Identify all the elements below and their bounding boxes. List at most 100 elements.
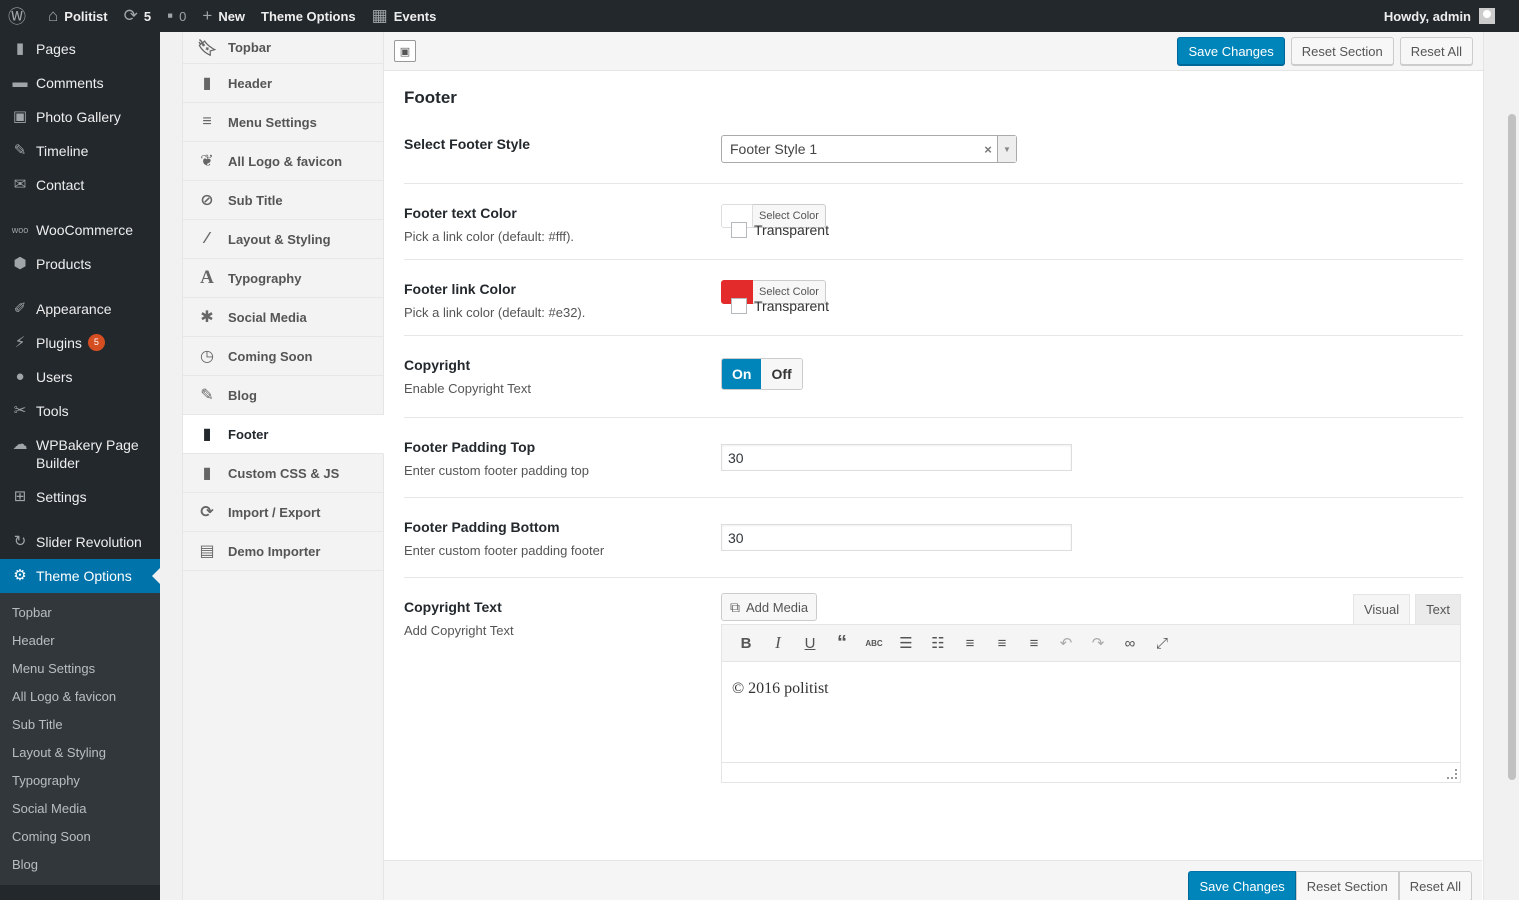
page-scrollbar[interactable] [1505, 32, 1519, 900]
chevron-down-icon[interactable]: ▼ [997, 136, 1016, 162]
nav-item-menu-settings[interactable]: ≡ Menu Settings [183, 103, 383, 142]
bookmark-icon: 🔖︎ [197, 39, 218, 57]
fullscreen-icon[interactable]: ⤢ [1146, 629, 1178, 657]
theme-options-link[interactable]: Theme Options [253, 0, 364, 32]
option-padding-top: Footer Padding Top Enter custom footer p… [404, 418, 1463, 498]
align-center-icon[interactable]: ≡ [986, 629, 1018, 657]
copyright-switch[interactable]: On Off [721, 358, 803, 390]
my-account-link[interactable]: Howdy, admin [1384, 8, 1519, 24]
nav-item-layout-styling[interactable]: ⁄ Layout & Styling [183, 220, 383, 259]
reset-all-button-bottom[interactable]: Reset All [1398, 871, 1472, 900]
padding-bottom-desc: Enter custom footer padding footer [404, 543, 605, 558]
add-media-button[interactable]: ⧉ Add Media [721, 593, 818, 621]
options-content: Footer Select Footer Style Footer Style … [384, 71, 1483, 797]
submenu-item-layout-styling[interactable]: Layout & Styling [0, 739, 160, 767]
menu-item-products[interactable]: ⬢ Products [0, 247, 160, 281]
submenu-item-sub-title[interactable]: Sub Title [0, 711, 160, 739]
nav-item-blog[interactable]: ✎ Blog [183, 376, 383, 415]
bookmark-icon: ▮ [202, 426, 212, 443]
menu-item-comments[interactable]: ▬ Comments [0, 66, 160, 100]
padding-top-input[interactable]: 30 [721, 444, 1072, 471]
site-name-link[interactable]: ⌂ Politist [40, 0, 116, 32]
save-changes-button-bottom[interactable]: Save Changes [1188, 871, 1296, 900]
menu-item-slider-revolution[interactable]: ↻ Slider Revolution [0, 525, 160, 559]
editor-resize-handle[interactable] [722, 762, 1460, 782]
avatar [1479, 8, 1495, 24]
clear-selection-icon[interactable]: × [979, 142, 997, 157]
undo-icon[interactable]: ↶ [1050, 629, 1082, 657]
option-copyright-text: Copyright Text Add Copyright Text ⧉ Add M… [404, 578, 1463, 797]
nav-item-import-export[interactable]: ⟳ Import / Export [183, 493, 383, 532]
menu-item-users[interactable]: ● Users [0, 360, 160, 394]
menu-item-woocommerce[interactable]: woo WooCommerce [0, 213, 160, 247]
italic-icon[interactable]: I [762, 629, 794, 657]
wordpress-logo-button[interactable]: Ⓦ [0, 0, 40, 32]
nav-item-topbar[interactable]: 🔖︎ Topbar [183, 32, 383, 64]
nav-item-sub-title[interactable]: ⊘ Sub Title [183, 181, 383, 220]
link-icon[interactable]: ∞ [1114, 629, 1146, 657]
redo-icon[interactable]: ↷ [1082, 629, 1114, 657]
copyright-off-toggle[interactable]: Off [761, 359, 802, 389]
nav-item-custom-css-js[interactable]: ▮ Custom CSS & JS [183, 454, 383, 493]
numbered-list-icon[interactable]: ☷ [922, 629, 954, 657]
bullet-list-icon[interactable]: ☰ [890, 629, 922, 657]
submenu-item-social-media[interactable]: Social Media [0, 795, 160, 823]
submenu-item-logo-favicon[interactable]: All Logo & favicon [0, 683, 160, 711]
align-right-icon[interactable]: ≡ [1018, 629, 1050, 657]
nav-item-typography[interactable]: A Typography [183, 259, 383, 298]
nav-item-social-media[interactable]: ✱ Social Media [183, 298, 383, 337]
nav-item-logo-favicon[interactable]: ❦ All Logo & favicon [183, 142, 383, 181]
menu-item-pages[interactable]: ▮ Pages [0, 32, 160, 66]
reset-all-button[interactable]: Reset All [1399, 37, 1473, 65]
editor-content[interactable]: © 2016 politist [722, 662, 1460, 762]
menu-item-wpbakery[interactable]: ☁ WPBakery Page Builder [0, 428, 160, 480]
nav-item-demo-importer[interactable]: ▤ Demo Importer [183, 532, 383, 571]
option-copyright: Copyright Enable Copyright Text On Off [404, 336, 1463, 418]
transparent-label: Transparent [754, 222, 829, 238]
link-color-transparent-checkbox[interactable] [731, 298, 747, 314]
tab-text[interactable]: Text [1415, 594, 1461, 624]
nav-item-header[interactable]: ▮ Header [183, 64, 383, 103]
menu-item-contact[interactable]: ✉ Contact [0, 168, 160, 202]
strikethrough-icon[interactable]: ABC [858, 629, 890, 657]
media-icon: ⧉ [730, 598, 740, 615]
scrollbar-thumb[interactable] [1508, 114, 1516, 780]
plus-icon: + [202, 6, 213, 25]
tab-visual[interactable]: Visual [1352, 594, 1411, 624]
comments-link[interactable]: ▪ 0 [159, 0, 194, 32]
reset-section-button-bottom[interactable]: Reset Section [1295, 871, 1399, 900]
expand-options-button[interactable]: ▣ [394, 40, 416, 62]
blockquote-icon[interactable]: “ [826, 629, 858, 657]
new-content-link[interactable]: + New [194, 0, 253, 32]
menu-item-tools[interactable]: ✂ Tools [0, 394, 160, 428]
submenu-item-header[interactable]: Header [0, 627, 160, 655]
text-color-transparent-checkbox[interactable] [731, 222, 747, 238]
options-bottom-toolbar: Save Changes Reset Section Reset All [384, 860, 1482, 900]
footer-style-select[interactable]: Footer Style 1 × ▼ [721, 135, 1017, 163]
nav-item-footer[interactable]: ▮ Footer [183, 415, 384, 454]
menu-item-plugins[interactable]: ⚡ Plugins 5 [0, 326, 160, 360]
updates-link[interactable]: ⟳ 5 [116, 0, 159, 32]
underline-icon[interactable]: U [794, 629, 826, 657]
nav-item-coming-soon[interactable]: ◷ Coming Soon [183, 337, 383, 376]
events-link[interactable]: ▦ Events [364, 0, 445, 32]
submenu-item-blog[interactable]: Blog [0, 851, 160, 879]
submenu-item-typography[interactable]: Typography [0, 767, 160, 795]
menu-item-theme-options[interactable]: ⚙ Theme Options [0, 559, 160, 593]
menu-item-appearance[interactable]: ✐ Appearance [0, 292, 160, 326]
copyright-on-toggle[interactable]: On [722, 359, 762, 389]
align-left-icon[interactable]: ≡ [954, 629, 986, 657]
reset-section-button[interactable]: Reset Section [1290, 37, 1394, 65]
bold-icon[interactable]: B [730, 629, 762, 657]
padding-bottom-input[interactable]: 30 [721, 524, 1072, 551]
submenu-item-coming-soon[interactable]: Coming Soon [0, 823, 160, 851]
submenu-item-topbar[interactable]: Topbar [0, 599, 160, 627]
appearance-icon: ✐ [13, 300, 27, 317]
menu-item-photo-gallery[interactable]: ▣ Photo Gallery [0, 100, 160, 134]
menu-separator [0, 281, 160, 292]
compass-icon: ⊘ [200, 192, 214, 209]
menu-item-settings[interactable]: ⊞ Settings [0, 480, 160, 514]
save-changes-button[interactable]: Save Changes [1177, 37, 1285, 65]
menu-item-timeline[interactable]: ✎ Timeline [0, 134, 160, 168]
submenu-item-menu-settings[interactable]: Menu Settings [0, 655, 160, 683]
